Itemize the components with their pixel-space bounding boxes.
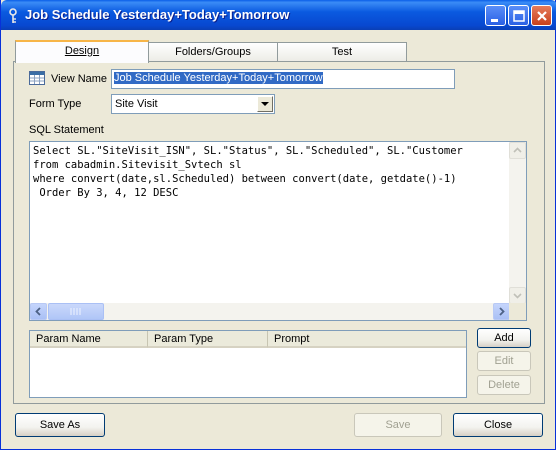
view-name-value: Job Schedule Yesterday+Today+Tomorrow <box>114 72 323 84</box>
chevron-down-icon <box>513 293 522 299</box>
form-type-select[interactable]: Site Visit <box>111 94 275 114</box>
tab-test[interactable]: Test <box>277 42 407 62</box>
sql-line: Select SL."SiteVisit_ISN", SL."Status", … <box>33 145 463 157</box>
tab-design[interactable]: Design <box>15 40 149 63</box>
minimize-icon <box>491 19 498 22</box>
window-title: Job Schedule Yesterday+Today+Tomorrow <box>25 7 290 22</box>
tab-folders-groups[interactable]: Folders/Groups <box>148 42 278 62</box>
tab-strip: Design Folders/Groups Test <box>13 40 545 63</box>
chevron-up-icon <box>513 147 522 153</box>
save-as-label: Save As <box>39 419 81 431</box>
close-icon <box>537 11 547 21</box>
chevron-right-icon <box>499 307 505 316</box>
save-button[interactable]: Save <box>354 413 442 437</box>
view-name-label: View Name <box>51 73 108 85</box>
tab-folders-groups-label: Folders/Groups <box>175 46 251 58</box>
save-label: Save <box>385 419 411 431</box>
form-type-value: Site Visit <box>115 98 158 110</box>
scroll-up-button[interactable] <box>509 142 526 159</box>
scrollbar-corner <box>509 303 526 320</box>
column-header-param-type[interactable]: Param Type <box>148 331 268 348</box>
key-icon <box>7 8 19 24</box>
scroll-right-button[interactable] <box>493 303 510 320</box>
close-window-button[interactable] <box>531 5 552 26</box>
horizontal-scrollbar[interactable] <box>30 303 510 320</box>
scroll-thumb[interactable] <box>48 303 104 320</box>
close-button[interactable]: Close <box>453 413 543 437</box>
delete-param-label: Delete <box>488 379 520 391</box>
dialog-window: Job Schedule Yesterday+Today+Tomorrow De… <box>0 0 556 450</box>
scroll-down-button[interactable] <box>509 287 526 304</box>
vertical-scrollbar[interactable] <box>509 142 526 304</box>
grip-icon <box>70 308 81 315</box>
close-label: Close <box>483 419 513 431</box>
edit-param-label: Edit <box>494 355 514 367</box>
sql-line: where convert(date,sl.Scheduled) between… <box>33 173 457 185</box>
column-header-prompt[interactable]: Prompt <box>268 331 466 348</box>
sql-statement-editor[interactable]: Select SL."SiteVisit_ISN", SL."Status", … <box>29 141 527 321</box>
params-list[interactable]: Param Name Param Type Prompt <box>29 330 467 398</box>
maximize-button[interactable] <box>508 5 529 26</box>
sql-text[interactable]: Select SL."SiteVisit_ISN", SL."Status", … <box>33 144 511 302</box>
add-param-button[interactable]: Add <box>477 328 531 348</box>
table-icon <box>29 71 45 85</box>
chevron-down-icon[interactable] <box>257 96 273 112</box>
sql-line: from cabadmin.Sitevisit_Svtech sl <box>33 159 242 171</box>
maximize-icon <box>513 10 525 22</box>
sql-statement-label: SQL Statement <box>29 124 104 136</box>
sql-line: Order By 3, 4, 12 DESC <box>33 187 179 199</box>
chevron-left-icon <box>35 307 41 316</box>
minimize-button[interactable] <box>485 5 506 26</box>
tab-test-label: Test <box>331 46 353 58</box>
scroll-left-button[interactable] <box>30 303 47 320</box>
title-bar[interactable]: Job Schedule Yesterday+Today+Tomorrow <box>1 0 556 30</box>
tab-design-label: Design <box>64 45 100 57</box>
column-header-param-name[interactable]: Param Name <box>30 331 148 348</box>
delete-param-button[interactable]: Delete <box>477 375 531 395</box>
view-name-input[interactable]: Job Schedule Yesterday+Today+Tomorrow <box>111 69 455 89</box>
save-as-button[interactable]: Save As <box>15 413 105 437</box>
edit-param-button[interactable]: Edit <box>477 351 531 371</box>
add-param-label: Add <box>494 332 514 344</box>
form-type-label: Form Type <box>29 98 82 110</box>
